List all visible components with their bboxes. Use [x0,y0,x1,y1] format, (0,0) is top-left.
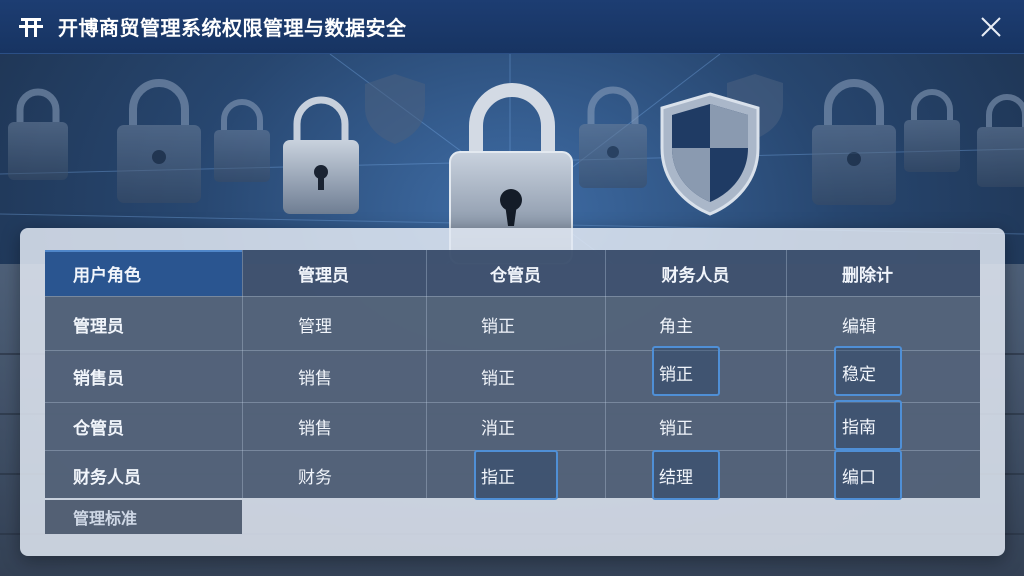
permission-cell-selected[interactable]: 指南 [842,402,902,448]
permission-cell[interactable]: 销正 [481,298,591,350]
permission-cell[interactable]: 销售 [298,350,418,402]
permission-cell-selected[interactable]: 编口 [842,452,902,498]
header-warehouse[interactable]: 仓管员 [426,250,605,296]
row-role-label: 管理员 [73,316,124,337]
row-role-label: 销售员 [73,368,124,389]
permission-cell[interactable]: 财务 [298,450,418,500]
row-role-label: 财务人员 [73,467,141,488]
permission-cell-selected[interactable]: 指正 [481,452,557,498]
permission-cell[interactable]: 销售 [298,402,418,450]
permission-cell-selected[interactable]: 销正 [659,350,719,394]
header-admin[interactable]: 管理员 [242,250,426,296]
permission-cell[interactable]: 消正 [481,402,591,450]
standards-tab[interactable]: 管理标准 [45,500,242,534]
app-logo-icon [18,14,44,40]
row-role-label: 仓管员 [73,418,124,439]
header-delete[interactable]: 删除计 [786,250,980,296]
header-user-role[interactable]: 用户角色 [45,250,242,296]
close-icon [981,17,1001,37]
title-bar: 开博商贸管理系统权限管理与数据安全 [0,0,1024,54]
permission-cell[interactable]: 管理 [298,298,418,350]
permission-cell[interactable]: 销正 [481,350,591,402]
header-finance[interactable]: 财务人员 [605,250,786,296]
permission-cell[interactable]: 角主 [659,298,769,350]
permission-cell-selected[interactable]: 稳定 [842,350,902,394]
row-divider [45,296,980,297]
permission-cell[interactable]: 销正 [659,402,769,450]
close-button[interactable] [976,12,1006,42]
permission-cell[interactable]: 编辑 [842,298,952,350]
permission-cell-selected[interactable]: 结理 [659,452,719,498]
window-title: 开博商贸管理系统权限管理与数据安全 [58,16,407,40]
